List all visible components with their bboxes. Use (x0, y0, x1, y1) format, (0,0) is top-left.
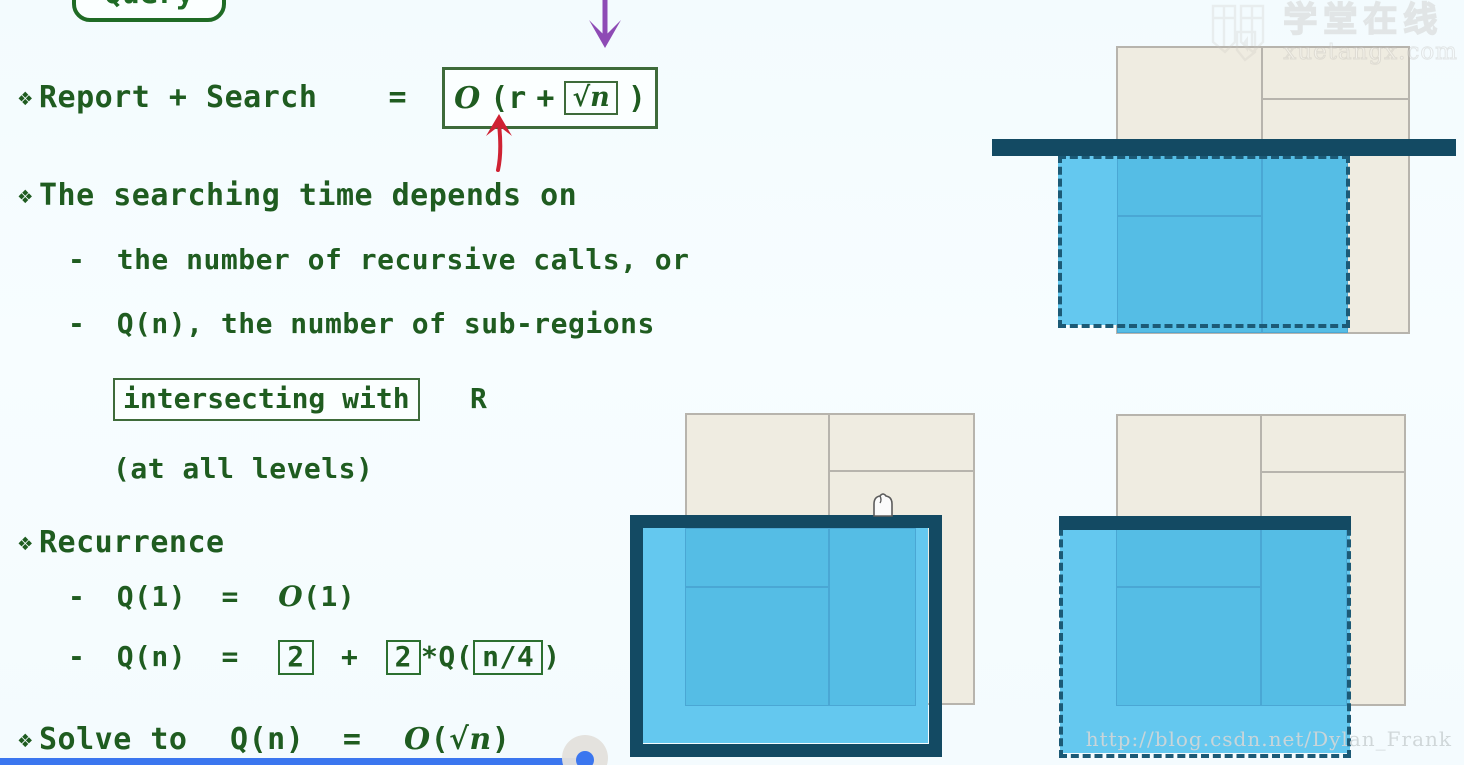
solve-open: ( (430, 722, 450, 757)
sub-bullet-sub-regions: - Q(n), the number of sub-regions (68, 307, 655, 340)
xuetangx-chinese-label: 学堂在线 (1283, 0, 1444, 40)
formula-box-report-search: O (r + √n ) (442, 67, 658, 129)
csdn-blog-watermark: http://blog.csdn.net/Dylan_Frank (1085, 727, 1452, 751)
at-all-levels-label: (at all levels) (113, 452, 374, 485)
recurrence-step-equals: = (221, 640, 239, 673)
selection-dashed-border (1058, 155, 1350, 328)
diamond-bullet-icon: ❖ (18, 83, 33, 111)
bullet-recurrence: ❖ Recurrence (18, 525, 225, 560)
formula-close-paren: ) (627, 80, 646, 116)
xuetangx-logo-icon (1212, 4, 1265, 62)
sub-bullet-recursive-calls-label: the number of recursive calls, or (116, 243, 690, 276)
sub-bullet-recursive-calls: - the number of recursive calls, or (68, 243, 690, 276)
diagram-bottom-right (1040, 400, 1440, 765)
bullet-searching-time-label: The searching time depends on (38, 178, 578, 213)
video-progress-knob[interactable] (576, 751, 594, 765)
selection-dashed-border (1059, 516, 1351, 758)
bullet-solve-to: ❖ Solve to Q(n) = O(√n) (18, 722, 510, 757)
recurrence-base-lhs: Q(1) (116, 580, 187, 613)
recurrence-step-mid: *Q( (421, 640, 474, 673)
diamond-bullet-icon: ❖ (18, 528, 33, 556)
equals-sign: = (388, 80, 408, 115)
bullet-searching-time: ❖ The searching time depends on (18, 178, 577, 213)
recurrence-box-n-over-4: n/4 (473, 640, 544, 676)
recurrence-base-big-o: O (278, 580, 304, 613)
diagram-bottom-left (620, 400, 1000, 765)
mouse-cursor-icon (873, 493, 893, 517)
solve-equals: = (342, 722, 362, 757)
solve-to-label: Solve to (38, 722, 188, 757)
formula-open-r: (r (490, 80, 527, 116)
selection-solid-border (630, 515, 942, 757)
recurrence-base-equals: = (221, 580, 239, 613)
video-progress-fill (0, 758, 585, 765)
bullet-recurrence-label: Recurrence (38, 525, 225, 560)
solve-lhs: Q(n) (230, 722, 305, 757)
xuetangx-domain-label: xuetangx.com (1283, 38, 1458, 65)
dash-marker: - (68, 640, 86, 673)
video-progress-track[interactable] (0, 735, 1464, 765)
sub-bullet-sub-regions-label: Q(n), the number of sub-regions (116, 307, 655, 340)
sweep-line-bar (992, 139, 1456, 156)
slide-canvas: Query ❖Report + Search = O(r + √n ) ❖The… (0, 0, 1464, 765)
report-search-label: Report + Search (38, 80, 318, 115)
dash-marker: - (68, 243, 86, 276)
recurrence-step-case: - Q(n) = 2 + 2 *Q(n/4) (68, 640, 561, 676)
xuetangx-watermark: 学堂在线 xuetangx.com (1207, 2, 1458, 64)
diamond-bullet-icon: ❖ (18, 725, 33, 753)
sweep-line-bar (1059, 516, 1351, 530)
sqrt-n-box: √n (564, 81, 618, 115)
dash-marker: - (68, 307, 86, 340)
bullet-report-search: ❖ Report + Search = (18, 80, 407, 115)
region-r-label: R (470, 382, 488, 415)
recurrence-box-two-b: 2 (385, 640, 422, 676)
recurrence-base-rhs: (1) (303, 580, 356, 613)
recurrence-base-case: - Q(1) = O(1) (68, 580, 355, 613)
recurrence-box-two-a: 2 (278, 640, 314, 676)
intersecting-with-box: intersecting with (113, 378, 420, 421)
big-o-symbol: O (454, 80, 481, 116)
partition-divider-horizontal (828, 470, 975, 472)
diamond-bullet-icon: ❖ (18, 181, 33, 209)
recurrence-step-close: ) (543, 640, 561, 673)
partition-divider-horizontal (1260, 471, 1406, 473)
partition-divider-horizontal (1261, 98, 1410, 100)
query-pill: Query (72, 0, 226, 22)
solve-big-o: O (403, 722, 431, 757)
formula-plus: + (536, 80, 555, 116)
recurrence-step-lhs: Q(n) (116, 640, 187, 673)
dash-marker: - (68, 580, 86, 613)
recurrence-step-plus: + (340, 640, 359, 673)
query-pill-label: Query (104, 0, 194, 11)
solve-sqrt-n: √n (449, 722, 492, 757)
solve-close: ) (491, 722, 511, 757)
